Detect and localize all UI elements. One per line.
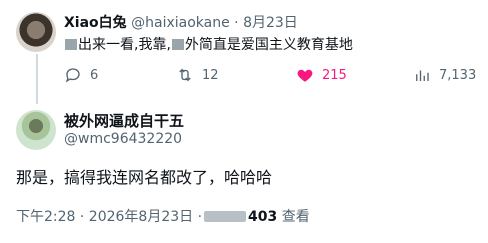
thread-connector <box>36 54 38 104</box>
retweet-icon <box>179 68 191 82</box>
tweet-text: 出来一看,我靠, 外简直是爱国主义教育基地 <box>64 34 353 54</box>
view-count: 7,133 <box>439 67 477 83</box>
views-icon <box>416 70 429 81</box>
avatar[interactable] <box>16 12 56 52</box>
heart-icon <box>297 69 313 82</box>
reply-icon <box>65 68 80 83</box>
redacted-mark <box>171 39 184 50</box>
redacted-mark <box>65 39 77 50</box>
tweet-timestamp[interactable]: 下午2:28 · 2026年8月23日 · <box>16 209 202 225</box>
handle[interactable]: @wmc96432220 <box>64 131 182 147</box>
tweet-text-part2: 外简直是爱国主义教育基地 <box>184 37 353 53</box>
retweet-button[interactable]: 12 <box>176 66 219 84</box>
redacted-mark <box>204 211 247 222</box>
view-count: 403 <box>248 209 278 225</box>
tweet-date[interactable]: 8月23日 <box>243 15 298 31</box>
separator: · <box>234 15 239 31</box>
tweet-actions: 6 12 215 7,133 <box>64 66 476 86</box>
views-button[interactable]: 7,133 <box>413 66 476 84</box>
reply-button[interactable]: 6 <box>64 66 98 84</box>
like-count: 215 <box>322 67 347 83</box>
tweet-text: 那是，搞得我连网名都改了，哈哈哈 <box>16 168 273 187</box>
tweet-text-part1: 出来一看,我靠, <box>78 37 171 53</box>
display-name[interactable]: Xiao白兔 <box>64 15 127 31</box>
reply-count: 6 <box>90 67 99 83</box>
handle[interactable]: @haixiaokane <box>131 15 230 31</box>
views-label: 查看 <box>281 209 310 225</box>
like-button[interactable]: 215 <box>296 66 347 84</box>
display-name[interactable]: 被外网逼成自干五 <box>64 110 184 131</box>
avatar[interactable] <box>16 110 56 150</box>
tweet-meta: 下午2:28 · 2026年8月23日 · 403 查看 <box>16 206 310 226</box>
retweet-count: 12 <box>202 67 219 83</box>
tweet-header: Xiao白兔 @haixiaokane · 8月23日 <box>64 12 298 32</box>
